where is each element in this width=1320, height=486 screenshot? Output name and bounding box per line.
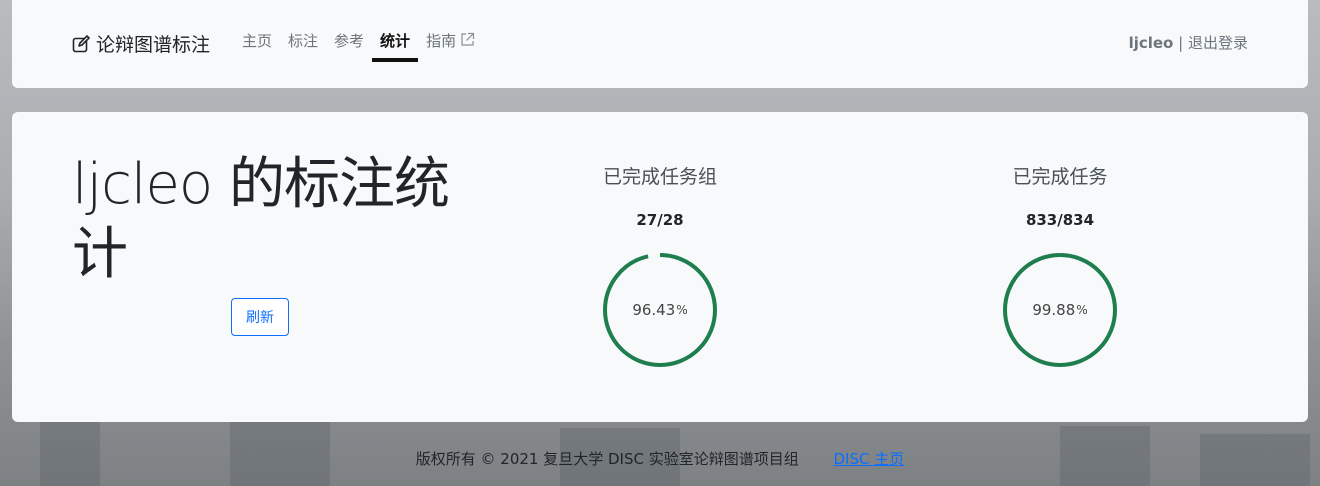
nav-reference-label: 参考 bbox=[334, 32, 365, 50]
logout-link[interactable]: 退出登录 bbox=[1188, 34, 1248, 52]
ring-percent-sign: % bbox=[676, 303, 688, 317]
user-separator: | bbox=[1178, 34, 1184, 52]
footer: 版权所有 © 2021 复旦大学 DISC 实验室论辩图谱项目组 DISC 主页 bbox=[0, 448, 1320, 469]
username: ljcleo bbox=[1128, 34, 1174, 52]
ring-percent: 99.88% bbox=[1000, 250, 1120, 370]
copyright-text: 版权所有 © 2021 复旦大学 DISC 实验室论辩图谱项目组 bbox=[415, 450, 799, 468]
stat-label: 已完成任务 bbox=[1012, 166, 1108, 188]
nav-reference[interactable]: 参考 bbox=[334, 30, 364, 60]
brand-label: 论辩图谱标注 bbox=[96, 34, 211, 56]
ring-percent: 96.43% bbox=[600, 250, 720, 370]
ring-percent-value: 96.43 bbox=[632, 301, 676, 319]
ring-percent-value: 99.88 bbox=[1032, 301, 1076, 319]
nav-guide-label: 指南 bbox=[426, 32, 457, 50]
disc-homepage-link[interactable]: DISC 主页 bbox=[834, 450, 905, 468]
progress-ring-tasks: 99.88% bbox=[1000, 250, 1120, 370]
nav-annotate[interactable]: 标注 bbox=[288, 30, 318, 60]
user-area: ljcleo | 退出登录 bbox=[1129, 32, 1248, 53]
ring-percent-sign: % bbox=[1076, 303, 1088, 317]
page-title: ljcleo 的标注统计 bbox=[72, 152, 450, 287]
progress-ring-task-groups: 96.43% bbox=[600, 250, 720, 370]
nav-statistics-label: 统计 bbox=[380, 32, 411, 50]
stat-label: 已完成任务组 bbox=[602, 166, 717, 188]
nav-statistics[interactable]: 统计 bbox=[372, 30, 419, 62]
stat-tasks: 已完成任务 833/834 bbox=[940, 162, 1180, 229]
nav-home[interactable]: 主页 bbox=[242, 30, 272, 60]
stat-task-groups: 已完成任务组 27/28 bbox=[540, 162, 780, 229]
nav-annotate-label: 标注 bbox=[288, 32, 319, 50]
main-nav: 主页 标注 参考 统计 指南 bbox=[242, 30, 491, 62]
top-navbar: 论辩图谱标注 主页 标注 参考 统计 指南 ljcleo | 退出登录 bbox=[12, 0, 1308, 88]
stat-count: 27/28 bbox=[636, 211, 684, 229]
statistics-card: ljcleo 的标注统计 刷新 已完成任务组 27/28 96.43% 已完成任… bbox=[12, 112, 1308, 422]
stat-count: 833/834 bbox=[1025, 211, 1095, 229]
refresh-button[interactable]: 刷新 bbox=[231, 298, 289, 336]
nav-guide[interactable]: 指南 bbox=[426, 30, 475, 60]
brand-link[interactable]: 论辩图谱标注 bbox=[72, 30, 210, 57]
external-link-icon bbox=[461, 32, 475, 46]
nav-home-label: 主页 bbox=[242, 32, 273, 50]
edit-icon bbox=[72, 34, 90, 52]
